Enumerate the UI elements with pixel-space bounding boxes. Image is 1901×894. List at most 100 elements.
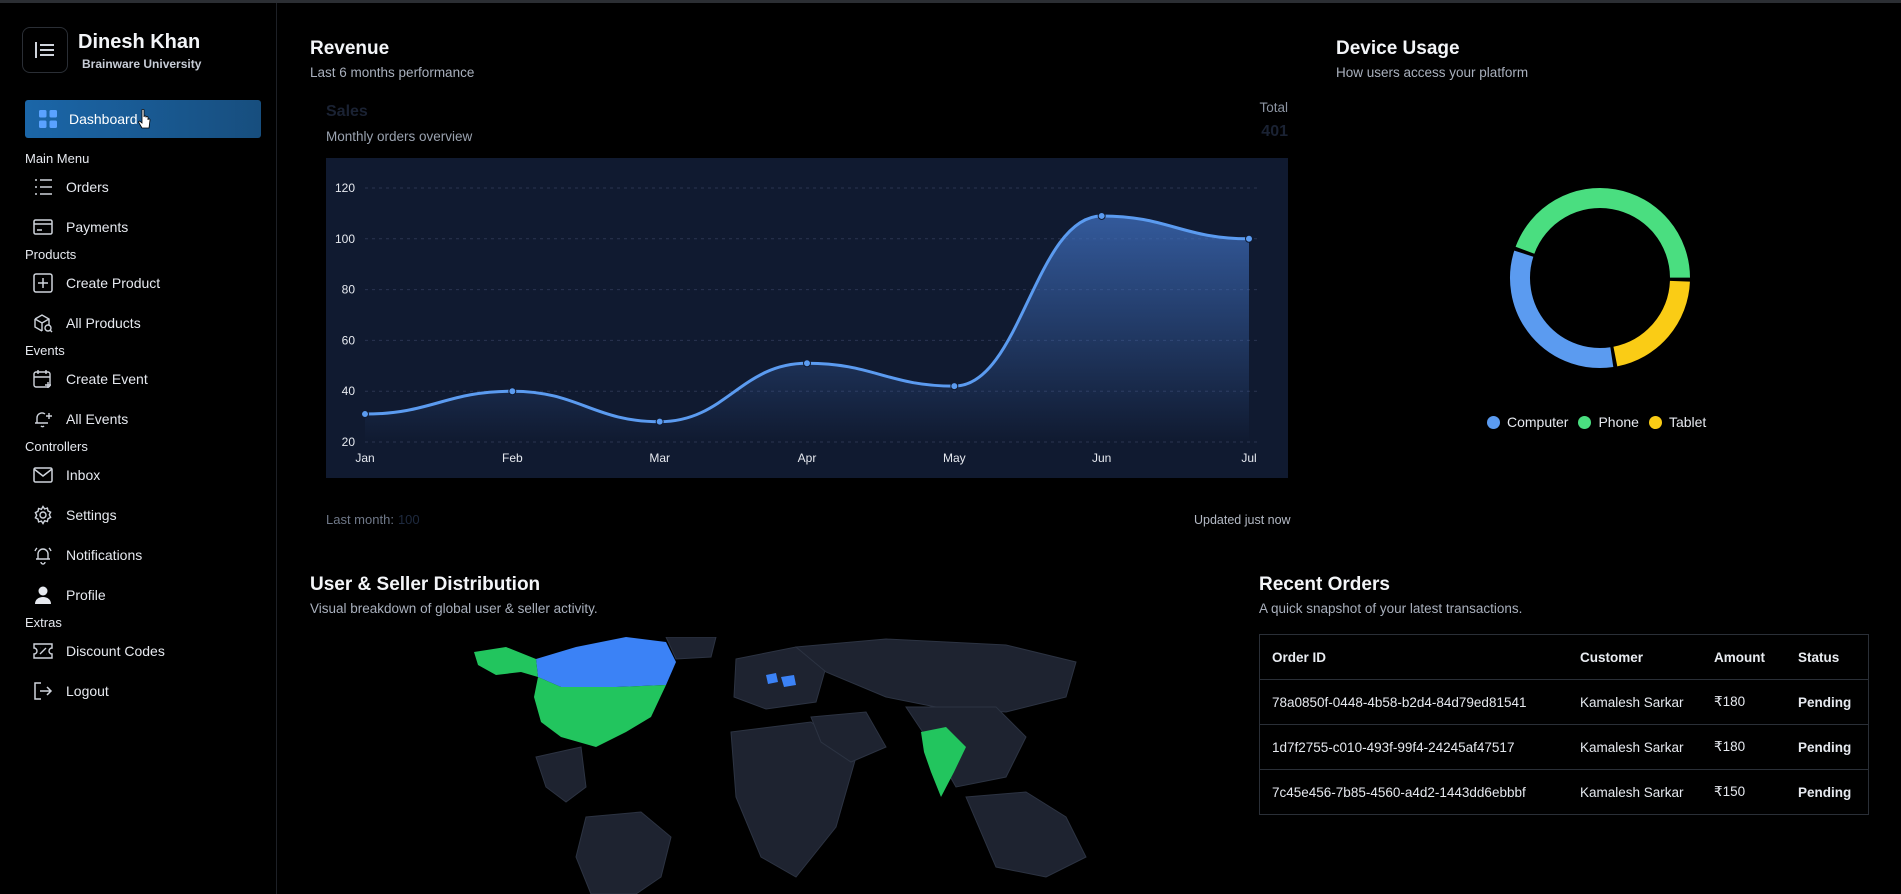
device-usage-title: Device Usage [1336,38,1460,59]
legend-item-computer[interactable]: Computer [1487,414,1568,430]
customer-cell: Kamalesh Sarkar [1580,784,1684,800]
customer-cell: Kamalesh Sarkar [1568,724,1702,770]
y-tick-label: 60 [342,333,356,347]
column-header-order-id[interactable]: Order ID [1259,634,1568,680]
nav-item-create-product[interactable]: Create Product [32,271,160,295]
amount-cell: ₹180 [1702,724,1786,770]
ticket-icon [32,640,54,662]
status-badge: Pending [1786,724,1869,770]
x-tick-label: Apr [798,451,817,465]
donut-slice-phone[interactable] [1515,188,1690,278]
order-id-cell: 7c45e456-7b85-4560-a4d2-1443dd6ebbbf [1272,784,1526,800]
data-point[interactable] [655,417,664,426]
nav-label: Create Event [66,371,148,387]
donut-slice-tablet[interactable] [1613,280,1690,367]
sales-line-chart: 20 40 60 80 100 120 Jan Feb Mar Apr May Jun Jul [335,181,1259,465]
section-main-menu: Main Menu [25,151,90,166]
sales-chart: 20 40 60 80 100 120 Jan Feb Mar Apr May Jun Jul [326,158,1288,478]
customer-cell: Kamalesh Sarkar [1568,679,1702,725]
order-id-cell: 78a0850f-0448-4b58-b2d4-84d79ed81541 [1259,679,1568,725]
device-legend: Computer Phone Tablet [1487,414,1706,430]
y-tick-label: 100 [335,232,355,246]
sidebar-toggle-button[interactable] [22,27,68,73]
nav-item-all-events[interactable]: All Events [32,407,128,431]
nav-label: Payments [66,219,129,235]
nav-item-orders[interactable]: Orders [32,175,109,199]
data-point[interactable] [1097,211,1106,220]
legend-label: Phone [1598,414,1639,430]
table-row[interactable]: 1d7f2755-c010-493f-99f4-24245af47517 Kam… [1259,724,1869,770]
distribution-title: User & Seller Distribution [310,574,541,595]
nav-item-notifications[interactable]: Notifications [32,543,142,567]
credit-card-icon [32,216,54,238]
nav-label: Dashboard [69,111,138,127]
sidebar: Dinesh Khan Brainware University Dashboa… [0,3,277,894]
table-row[interactable]: 78a0850f-0448-4b58-b2d4-84d79ed81541 Kam… [1259,679,1869,725]
nav-item-payments[interactable]: Payments [32,215,128,239]
legend-label: Computer [1507,414,1569,430]
nav-item-inbox[interactable]: Inbox [32,463,100,487]
nav-item-discount-codes[interactable]: Discount Codes [32,639,165,663]
mail-icon [32,464,54,486]
device-donut-chart [1510,188,1690,368]
table-header-row: Order ID Customer Amount Status [1259,634,1869,680]
y-tick-label: 80 [342,283,356,297]
x-tick-label: May [943,451,966,465]
world-map[interactable] [466,637,1146,894]
data-point[interactable] [1245,234,1253,243]
nav-item-create-event[interactable]: Create Event [32,367,148,391]
nav-item-settings[interactable]: Settings [32,503,117,527]
nav-item-profile[interactable]: Profile [32,583,106,607]
bell-icon [32,544,54,566]
amount-cell: ₹180 [1702,679,1786,725]
plus-square-icon [32,272,54,294]
box-search-icon [32,312,54,334]
section-controllers: Controllers [25,439,88,454]
nav-label: All Events [66,411,129,427]
user-org: Brainware University [82,57,202,71]
nav-label: Create Product [66,275,161,291]
menu-icon [35,42,54,58]
column-header-customer[interactable]: Customer [1568,634,1702,680]
user-icon [32,584,54,606]
list-icon [32,176,54,198]
data-point[interactable] [508,387,517,396]
section-extras: Extras [25,615,62,630]
x-tick-label: Feb [502,451,523,465]
order-id-cell: 1d7f2755-c010-493f-99f4-24245af47517 [1259,724,1568,770]
table-row[interactable]: 7c45e456-7b85-4560-a4d2-1443dd6ebbbf Kam… [1260,770,1869,815]
total-value: 401 [1261,123,1288,140]
user-name: Dinesh Khan [78,31,201,53]
nav-item-logout[interactable]: Logout [32,679,109,703]
gear-icon [32,504,54,526]
x-tick-label: Mar [649,451,670,465]
legend-item-tablet[interactable]: Tablet [1648,414,1706,430]
recent-orders-title: Recent Orders [1259,574,1390,595]
sales-card-subtitle: Monthly orders overview [326,129,473,144]
column-header-status[interactable]: Status [1786,634,1869,680]
column-header-amount[interactable]: Amount [1702,634,1786,680]
legend-swatch [1487,415,1500,429]
calendar-plus-icon [32,368,54,390]
sales-card-title: Sales [326,103,368,120]
legend-swatch [1578,415,1592,429]
last-month-label: Last month: [326,512,394,527]
last-month: Last month: 100 [326,512,420,527]
bell-plus-icon [32,408,54,430]
data-point[interactable] [361,410,369,419]
x-tick-label: Jun [1092,451,1111,465]
nav-label: Notifications [66,547,143,563]
legend-swatch [1648,415,1662,429]
revenue-title: Revenue [310,38,390,59]
data-point[interactable] [803,359,811,368]
x-tick-label: Jul [1241,451,1256,465]
nav-label: Inbox [66,467,101,483]
donut-slice-computer[interactable] [1510,250,1614,368]
nav-item-all-products[interactable]: All Products [32,311,141,335]
last-month-value: 100 [397,512,420,527]
legend-item-phone[interactable]: Phone [1578,414,1639,430]
data-point[interactable] [950,382,959,391]
total-label: Total [1259,100,1288,115]
status-badge: Pending [1798,784,1852,800]
section-products: Products [25,247,77,262]
